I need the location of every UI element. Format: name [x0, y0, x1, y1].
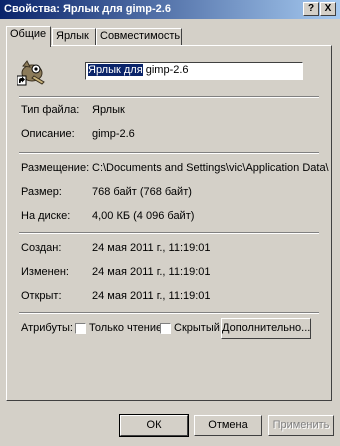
- separator: [19, 152, 319, 154]
- description-value: gimp-2.6: [92, 128, 135, 140]
- shortcut-name-selected-text: Ярлык для: [88, 64, 143, 76]
- accessed-label: Открыт:: [21, 290, 62, 302]
- attributes-label: Атрибуты:: [21, 322, 73, 334]
- gimp-shortcut-icon: [17, 60, 45, 86]
- hidden-checkbox[interactable]: [160, 323, 171, 334]
- separator: [19, 232, 319, 234]
- tab-shortcut[interactable]: Ярлык: [52, 28, 96, 46]
- advanced-button[interactable]: Дополнительно...: [221, 318, 311, 339]
- modified-label: Изменен:: [21, 266, 69, 278]
- general-panel: Ярлык для gimp-2.6 Тип файла: Ярлык Опис…: [6, 45, 332, 401]
- size-on-disk-value: 4,00 КБ (4 096 байт): [92, 210, 195, 222]
- modified-value: 24 мая 2011 г., 11:19:01: [92, 266, 211, 278]
- created-value: 24 мая 2011 г., 11:19:01: [92, 242, 211, 254]
- cancel-button[interactable]: Отмена: [194, 415, 262, 436]
- location-value: C:\Documents and Settings\vic\Applicatio…: [92, 162, 329, 174]
- help-button[interactable]: ?: [303, 2, 319, 16]
- window-title: Свойства: Ярлык для gimp-2.6: [4, 3, 171, 15]
- properties-dialog: Свойства: Ярлык для gimp-2.6 ? X Общие Я…: [0, 0, 340, 446]
- size-value: 768 байт (768 байт): [92, 186, 192, 198]
- title-bar: Свойства: Ярлык для gimp-2.6 ? X: [0, 0, 340, 19]
- created-label: Создан:: [21, 242, 62, 254]
- shortcut-name-rest-text: gimp-2.6: [142, 64, 189, 76]
- description-label: Описание:: [21, 128, 75, 140]
- hidden-label[interactable]: Скрытый: [174, 322, 220, 334]
- accessed-value: 24 мая 2011 г., 11:19:01: [92, 290, 211, 302]
- tab-general[interactable]: Общие: [6, 26, 51, 47]
- apply-button[interactable]: Применить: [268, 415, 334, 436]
- shortcut-name-field[interactable]: Ярлык для gimp-2.6: [85, 62, 303, 80]
- size-on-disk-label: На диске:: [21, 210, 71, 222]
- file-type-value: Ярлык: [92, 104, 125, 116]
- separator: [19, 312, 319, 314]
- readonly-checkbox[interactable]: [75, 323, 86, 334]
- size-label: Размер:: [21, 186, 62, 198]
- readonly-label[interactable]: Только чтение: [89, 322, 162, 334]
- file-type-label: Тип файла:: [21, 104, 80, 116]
- location-label: Размещение:: [21, 162, 90, 174]
- separator: [19, 96, 319, 98]
- ok-button[interactable]: ОК: [119, 414, 189, 437]
- tab-compatibility[interactable]: Совместимость: [96, 28, 182, 46]
- close-button[interactable]: X: [320, 2, 336, 16]
